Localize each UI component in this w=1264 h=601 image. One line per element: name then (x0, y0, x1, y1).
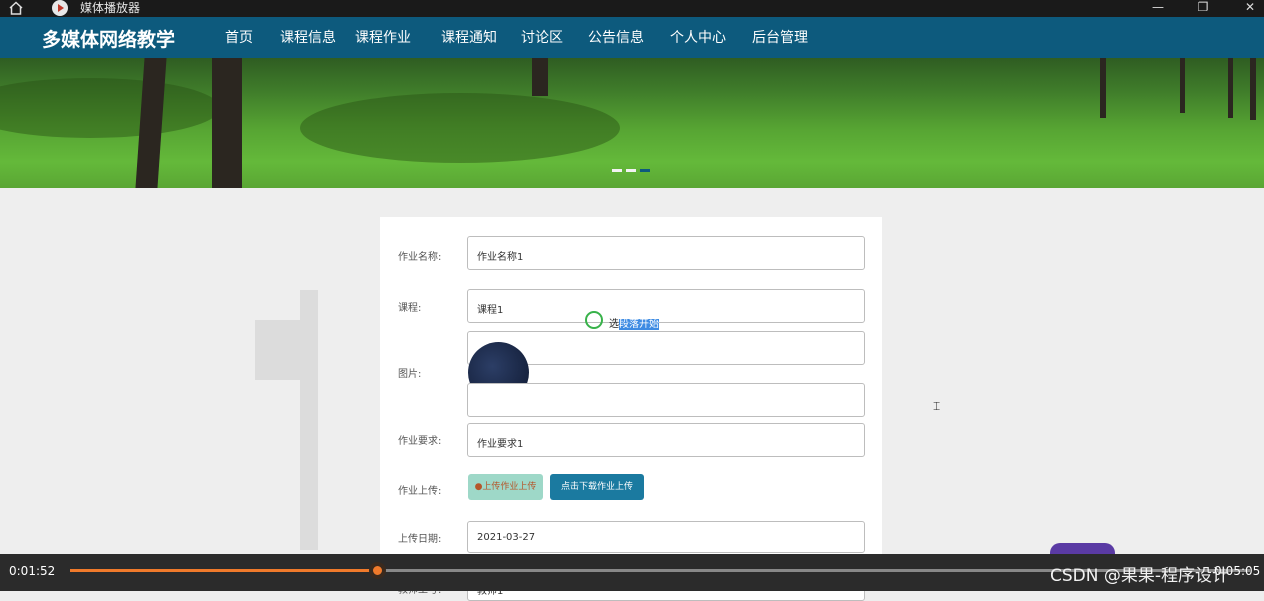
close-icon[interactable]: ✕ (1238, 0, 1262, 17)
requirement-field[interactable]: 作业要求1 (467, 423, 865, 457)
home-icon[interactable] (8, 1, 24, 15)
nav-course-homework[interactable]: 课程作业 (349, 27, 417, 60)
nav-course-info[interactable]: 课程信息 (280, 27, 336, 58)
nav-discussion[interactable]: 讨论区 (521, 27, 563, 58)
player-logo-icon (52, 0, 68, 16)
watermark: CSDN @果果-程序设计 (1050, 566, 1230, 586)
mouse-cursor-icon: ⌶ (933, 399, 941, 413)
carousel-dot[interactable] (626, 169, 636, 172)
name-field[interactable]: 作业名称1 (467, 236, 865, 270)
image-field (467, 383, 865, 417)
maximize-icon[interactable]: ❐ (1191, 0, 1215, 17)
minimize-icon[interactable]: — (1146, 0, 1170, 17)
progress-fill (70, 569, 377, 572)
nav-course-notice[interactable]: 课程通知 (441, 27, 497, 58)
course-label: 课程: (398, 303, 422, 314)
nav-admin[interactable]: 后台管理 (752, 27, 808, 58)
course-field[interactable]: 课程1 (467, 289, 865, 323)
site-navbar: 多媒体网络教学 首页 课程信息 课程作业 课程通知 讨论区 公告信息 个人中心 … (0, 17, 1264, 60)
media-player-titlebar: 媒体播放器 — ❐ ✕ (0, 0, 1264, 17)
name-label: 作业名称: (398, 252, 442, 263)
nav-announcement[interactable]: 公告信息 (588, 27, 644, 58)
upload-label: 作业上传: (398, 486, 442, 497)
app-title: 媒体播放器 (80, 1, 141, 15)
nav-personal-center[interactable]: 个人中心 (670, 27, 726, 58)
smile-icon (585, 311, 603, 329)
homework-detail-form: 作业名称: 作业名称1 课程: 课程1 图片: 作业要求: 作业要求1 作业上传… (380, 217, 882, 601)
carousel-dot-active[interactable] (640, 169, 650, 172)
upload-homework-button[interactable]: ●上传作业上传 (468, 474, 543, 500)
site-title: 多媒体网络教学 (42, 29, 176, 51)
image-label: 图片: (398, 369, 422, 380)
requirement-label: 作业要求: (398, 436, 442, 447)
overlay-selection-text: 选段落开始 (609, 319, 659, 330)
date-field[interactable]: 2021-03-27 (467, 521, 865, 553)
carousel-dot[interactable] (612, 169, 622, 172)
nav-home[interactable]: 首页 (225, 27, 253, 58)
download-homework-button[interactable]: 点击下载作业上传 (550, 474, 644, 500)
progress-knob[interactable] (368, 562, 386, 579)
current-time: 0:01:52 (9, 564, 56, 578)
date-label: 上传日期: (398, 534, 442, 545)
